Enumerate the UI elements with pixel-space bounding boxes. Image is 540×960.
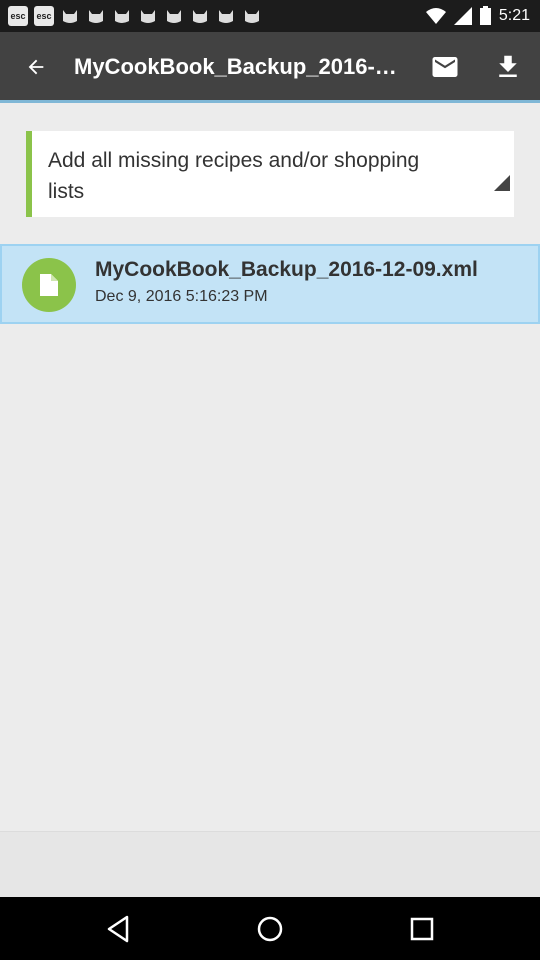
file-list-item[interactable]: MyCookBook_Backup_2016-12-09.xml Dec 9, … [0,244,540,324]
cat-notification-icon [193,10,207,23]
arrow-back-icon [28,59,44,75]
system-navigation-bar [0,897,540,960]
main-content: Add all missing recipes and/or shopping … [0,103,540,831]
status-bar: esc esc 5:21 [0,0,540,32]
battery-icon [479,6,491,25]
app-toolbar: MyCookBook_Backup_2016-12-09.xml [0,32,540,102]
nav-home-icon [257,916,283,942]
import-mode-dropdown[interactable]: Add all missing recipes and/or shopping … [26,131,514,217]
nav-back-icon [107,915,129,943]
system-status: 5:21 [425,6,530,25]
esc-notification-icon: esc [8,6,28,26]
bottom-panel [0,831,540,897]
nav-recents-icon [410,917,434,941]
cat-notification-icon [245,10,259,23]
nav-back-button[interactable] [96,907,140,951]
clock: 5:21 [498,6,530,24]
notification-icons: esc esc [8,6,262,26]
page-title: MyCookBook_Backup_2016-12-09.xml [74,54,404,79]
cat-notification-icon [63,10,77,23]
esc-notification-icon: esc [34,6,54,26]
document-icon [22,258,76,312]
email-button[interactable] [423,45,467,89]
import-mode-selected: Add all missing recipes and/or shopping … [48,149,420,203]
wifi-icon [425,7,446,24]
back-button[interactable] [14,45,58,89]
download-button[interactable] [486,45,530,89]
cat-notification-icon [89,10,103,23]
signal-icon [453,6,472,25]
cat-notification-icon [141,10,155,23]
download-icon [499,55,517,77]
nav-home-button[interactable] [248,907,292,951]
nav-recents-button[interactable] [400,907,444,951]
cat-notification-icon [115,10,129,23]
file-date: Dec 9, 2016 5:16:23 PM [95,288,268,305]
cat-notification-icon [167,10,181,23]
cat-notification-icon [219,10,233,23]
mail-icon [432,57,458,77]
dropdown-arrow-icon [494,175,510,191]
file-name: MyCookBook_Backup_2016-12-09.xml [95,258,478,281]
